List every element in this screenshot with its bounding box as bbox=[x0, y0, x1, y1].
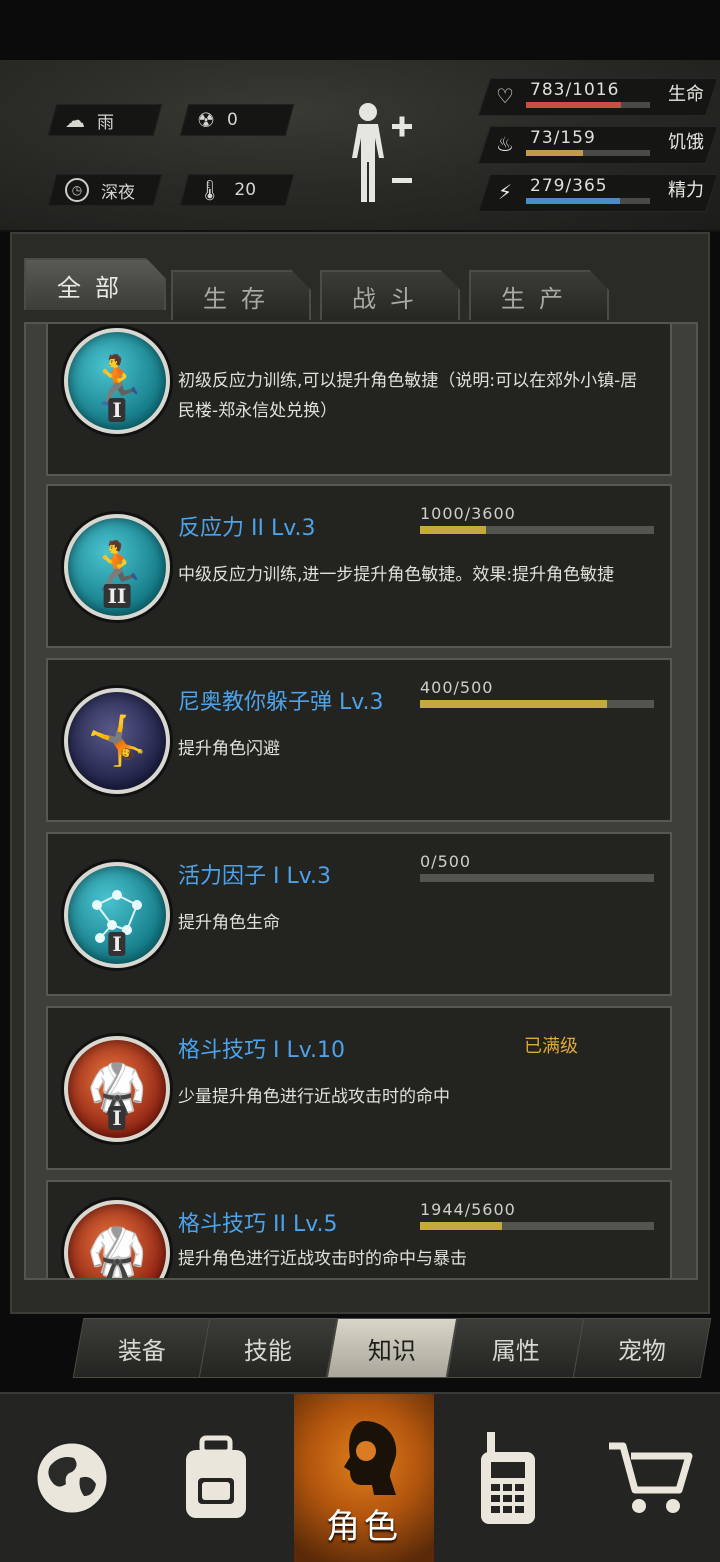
subtab-knowledge[interactable]: 知识 bbox=[326, 1318, 458, 1378]
knowledge-card[interactable]: I 活力因子 I Lv.3 0/500 提升角色生命 bbox=[46, 832, 672, 996]
life-bar bbox=[526, 102, 650, 108]
hunger-value: 73/159 bbox=[530, 128, 596, 148]
weather-label: 雨 bbox=[97, 112, 114, 133]
tab-combat[interactable]: 战斗 bbox=[320, 270, 460, 320]
knowledge-card[interactable]: 🥋 I 格斗技巧 I Lv.10 已满级 少量提升角色进行近战攻击时的命中 bbox=[46, 1006, 672, 1170]
tab-survival[interactable]: 生存 bbox=[171, 270, 311, 320]
nav-character-label: 角色 bbox=[326, 1507, 402, 1547]
hunger-label: 饥饿 bbox=[668, 132, 704, 153]
card-progress-bar bbox=[420, 874, 654, 882]
subtab-pets[interactable]: 宠物 bbox=[572, 1318, 712, 1378]
thermometer-icon: 🌡 bbox=[197, 178, 223, 202]
body-status-button[interactable] bbox=[346, 100, 418, 212]
backpack-icon bbox=[186, 1435, 246, 1518]
knowledge-card[interactable]: 🏃 II 反应力 II Lv.3 1000/3600 中级反应力训练,进一步提升… bbox=[46, 484, 672, 648]
nav-map-button[interactable] bbox=[2, 1394, 142, 1562]
heart-icon: ♡ bbox=[496, 84, 514, 108]
knowledge-card[interactable]: 🥋 格斗技巧 II Lv.5 1944/5600 提升角色进行近战攻击时的命中与… bbox=[46, 1180, 672, 1278]
energy-stat: ⚡ 279/365 精力 bbox=[477, 174, 720, 212]
stomach-icon: ♨ bbox=[496, 132, 514, 156]
reflex-training-icon: 🏃 I bbox=[64, 328, 170, 434]
card-title: 反应力 II Lv.3 bbox=[178, 516, 316, 541]
rain-cloud-icon: ☁ bbox=[65, 108, 85, 132]
card-progress-fill bbox=[420, 526, 486, 534]
card-progress-fill bbox=[420, 700, 608, 708]
radiation-tag: ☢ 0 bbox=[179, 104, 295, 136]
character-head-icon bbox=[344, 1421, 397, 1495]
card-title: 格斗技巧 II Lv.5 bbox=[178, 1212, 338, 1237]
nav-shop-button[interactable] bbox=[580, 1394, 720, 1562]
card-desc: 初级反应力训练,可以提升角色敏捷（说明:可以在郊外小镇-居民楼-郑永信处兑换） bbox=[178, 371, 638, 421]
status-panel: ☁ 雨 ☢ 0 ◷ 深夜 🌡 20 ♡ 783/1016 生命 ♨ 73/159… bbox=[0, 60, 720, 232]
card-progress-text: 400/500 bbox=[420, 678, 494, 697]
life-bar-fill bbox=[526, 102, 622, 108]
card-progress-text: 1944/5600 bbox=[420, 1200, 516, 1219]
card-title: 尼奥教你躲子弹 Lv.3 bbox=[178, 690, 384, 715]
tab-production[interactable]: 生产 bbox=[469, 270, 609, 320]
card-progress-bar bbox=[420, 1222, 654, 1230]
energy-value: 279/365 bbox=[530, 176, 608, 196]
fighter-stance-icon: 🥋 bbox=[64, 1200, 170, 1278]
weather-tag: ☁ 雨 bbox=[47, 104, 163, 136]
bottom-nav: 角色 bbox=[0, 1392, 720, 1562]
nav-character-button[interactable]: 角色 bbox=[294, 1394, 434, 1562]
card-desc: 提升角色生命 bbox=[178, 913, 280, 933]
cart-icon bbox=[609, 1442, 693, 1513]
dodge-bullet-icon: 🤸 bbox=[64, 688, 170, 794]
life-label: 生命 bbox=[668, 84, 704, 105]
radiation-value: 0 bbox=[226, 110, 238, 130]
radiation-icon: ☢ bbox=[197, 108, 215, 132]
card-progress-fill bbox=[420, 1222, 502, 1230]
knowledge-card[interactable]: 🏃 I 初级反应力训练,可以提升角色敏捷（说明:可以在郊外小镇-居民楼-郑永信处… bbox=[46, 324, 672, 476]
card-progress-text: 0/500 bbox=[420, 852, 472, 871]
card-desc: 提升角色闪避 bbox=[178, 739, 280, 759]
hunger-bar bbox=[526, 150, 650, 156]
subtab-attributes[interactable]: 属性 bbox=[446, 1318, 586, 1378]
energy-label: 精力 bbox=[668, 180, 704, 201]
reflex-training-icon: 🏃 II bbox=[64, 514, 170, 620]
subtab-equipment[interactable]: 装备 bbox=[72, 1318, 212, 1378]
nav-radio-button[interactable] bbox=[438, 1394, 578, 1562]
lightning-icon: ⚡ bbox=[497, 180, 513, 204]
molecule-icon: I bbox=[64, 862, 170, 968]
energy-bar bbox=[526, 198, 650, 204]
temperature-tag: 🌡 20 bbox=[179, 174, 295, 206]
max-level-badge: 已满级 bbox=[524, 1036, 578, 1057]
card-progress-bar bbox=[420, 526, 654, 534]
time-tag: ◷ 深夜 bbox=[47, 174, 163, 206]
hunger-stat: ♨ 73/159 饥饿 bbox=[477, 126, 720, 164]
subtab-skills[interactable]: 技能 bbox=[198, 1318, 338, 1378]
character-subnav: 装备 技能 知识 属性 宠物 bbox=[70, 1318, 712, 1380]
nav-backpack-button[interactable] bbox=[146, 1394, 286, 1562]
knowledge-card[interactable]: 🤸 尼奥教你躲子弹 Lv.3 400/500 提升角色闪避 bbox=[46, 658, 672, 822]
fighter-stance-icon: 🥋 I bbox=[64, 1036, 170, 1142]
body-figure-icon bbox=[352, 103, 412, 202]
life-value: 783/1016 bbox=[530, 80, 620, 100]
time-label: 深夜 bbox=[101, 182, 135, 203]
life-stat: ♡ 783/1016 生命 bbox=[477, 78, 720, 116]
temperature-value: 20 bbox=[234, 180, 257, 200]
clock-icon: ◷ bbox=[65, 178, 89, 202]
tab-all[interactable]: 全部 bbox=[24, 258, 166, 310]
energy-bar-fill bbox=[526, 198, 621, 204]
card-progress-text: 1000/3600 bbox=[420, 504, 516, 523]
card-desc: 中级反应力训练,进一步提升角色敏捷。效果:提升角色敏捷 bbox=[178, 565, 615, 585]
globe-icon bbox=[34, 1440, 110, 1516]
card-desc: 提升角色进行近战攻击时的命中与暴击 bbox=[178, 1249, 467, 1269]
hunger-bar-fill bbox=[526, 150, 584, 156]
card-title: 活力因子 I Lv.3 bbox=[178, 864, 332, 889]
knowledge-list[interactable]: 🏃 I 初级反应力训练,可以提升角色敏捷（说明:可以在郊外小镇-居民楼-郑永信处… bbox=[24, 322, 698, 1280]
radio-icon bbox=[481, 1432, 535, 1524]
card-progress-bar bbox=[420, 700, 654, 708]
card-desc: 少量提升角色进行近战攻击时的命中 bbox=[178, 1087, 450, 1107]
card-title: 格斗技巧 I Lv.10 bbox=[178, 1038, 346, 1063]
